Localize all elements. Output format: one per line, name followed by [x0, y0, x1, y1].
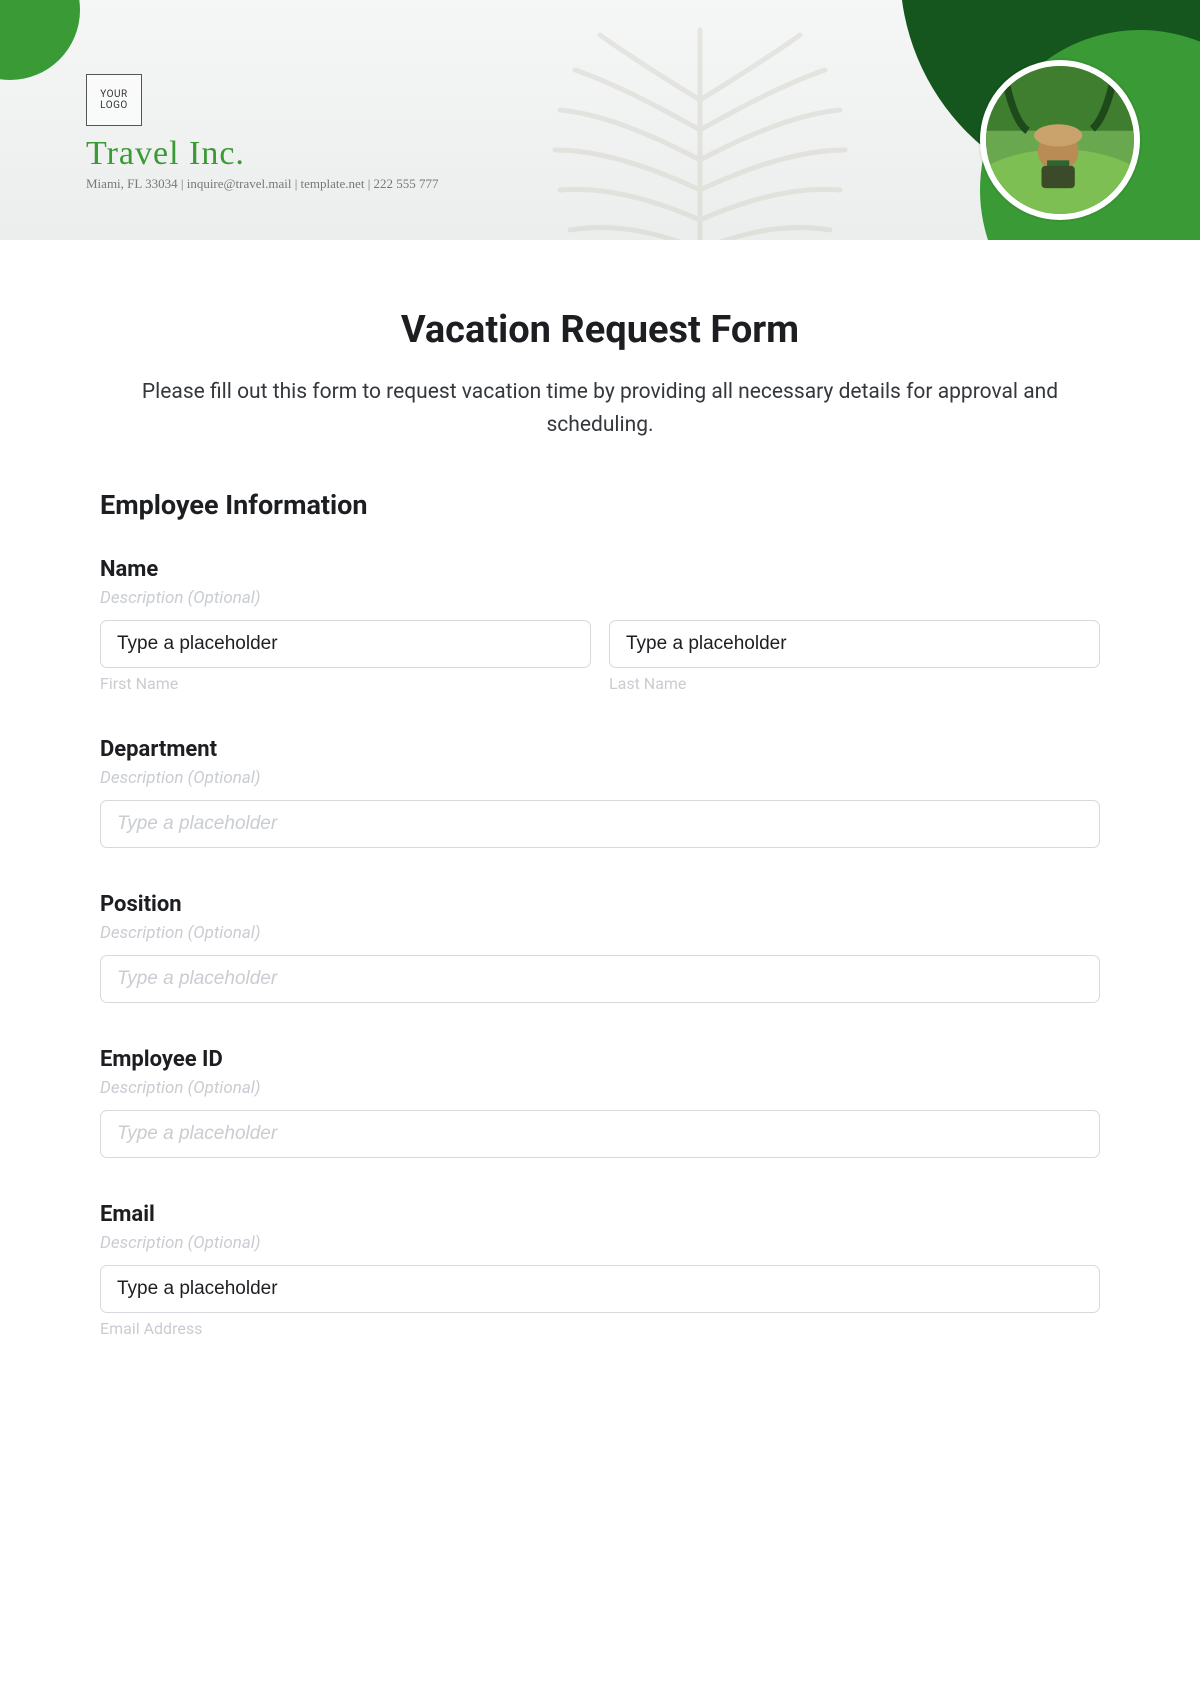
logo-placeholder: YOUR LOGO [86, 74, 142, 126]
company-name: Travel Inc. [86, 135, 245, 173]
section-employee-info: Employee Information [100, 489, 1100, 521]
field-employee-id: Employee ID Description (Optional) [100, 1047, 1100, 1158]
field-department: Department Description (Optional) [100, 737, 1100, 848]
label-department: Department [100, 737, 1100, 762]
field-name: Name Description (Optional) First Name L… [100, 557, 1100, 693]
position-input[interactable] [100, 955, 1100, 1003]
department-input[interactable] [100, 800, 1100, 848]
sublabel-first-name: First Name [100, 674, 591, 693]
field-position: Position Description (Optional) [100, 892, 1100, 1003]
last-name-input[interactable] [609, 620, 1100, 668]
desc-position: Description (Optional) [100, 923, 1100, 943]
desc-employee-id: Description (Optional) [100, 1078, 1100, 1098]
first-name-input[interactable] [100, 620, 591, 668]
sublabel-email: Email Address [100, 1319, 1100, 1338]
label-email: Email [100, 1202, 1100, 1227]
desc-name: Description (Optional) [100, 588, 1100, 608]
sublabel-last-name: Last Name [609, 674, 1100, 693]
label-name: Name [100, 557, 1100, 582]
field-email: Email Description (Optional) Email Addre… [100, 1202, 1100, 1338]
form-title: Vacation Request Form [100, 308, 1100, 352]
company-contact-line: Miami, FL 33034 | inquire@travel.mail | … [86, 176, 439, 192]
template-header: YOUR LOGO Travel Inc. Miami, FL 33034 | … [0, 0, 1200, 240]
logo-text: YOUR LOGO [100, 89, 128, 112]
form-intro: Please fill out this form to request vac… [100, 376, 1100, 441]
label-employee-id: Employee ID [100, 1047, 1100, 1072]
decor-circle-top-left [0, 0, 80, 80]
header-photo [980, 60, 1140, 220]
desc-department: Description (Optional) [100, 768, 1100, 788]
email-input[interactable] [100, 1265, 1100, 1313]
desc-email: Description (Optional) [100, 1233, 1100, 1253]
employee-id-input[interactable] [100, 1110, 1100, 1158]
palm-leaf-decoration [520, 20, 880, 240]
form-container: Vacation Request Form Please fill out th… [0, 240, 1200, 1378]
label-position: Position [100, 892, 1100, 917]
